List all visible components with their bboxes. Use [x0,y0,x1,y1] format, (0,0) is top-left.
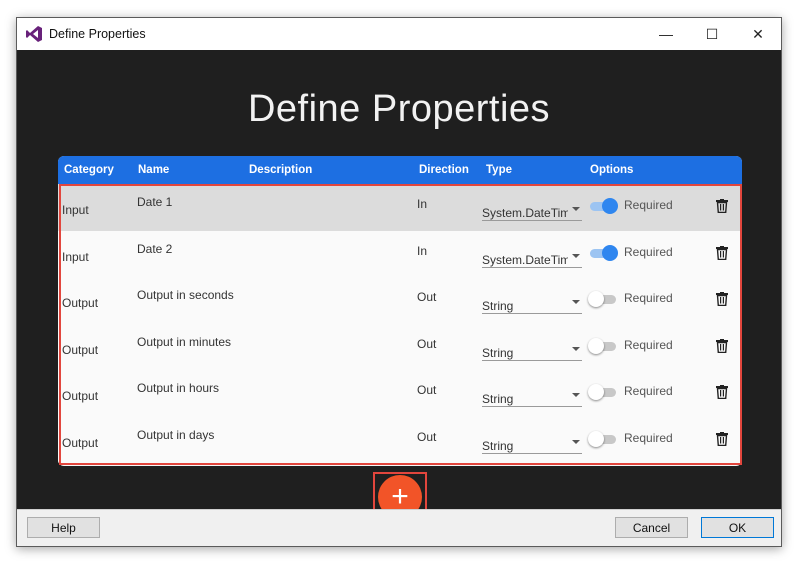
dialog-body: Define Properties Category Name Descript… [17,50,781,522]
minimize-button[interactable]: — [643,18,689,50]
direction-cell: Out [417,383,437,397]
required-toggle[interactable] [588,244,618,261]
dropdown-arrow-icon [572,346,580,351]
name-cell[interactable]: Output in days [137,428,214,442]
table-row[interactable]: Input Date 2 In System.DateTim Required [58,230,742,278]
required-toggle[interactable] [588,198,618,214]
type-value: String [482,392,514,406]
minimize-icon: — [659,26,673,42]
name-cell[interactable]: Date 1 [137,195,172,209]
required-label: Required [624,337,673,352]
trash-icon[interactable] [716,199,728,213]
maximize-icon: ☐ [705,25,719,42]
required-label: Required [624,291,673,305]
required-toggle[interactable] [588,430,618,447]
category-cell: Output [62,342,99,357]
title-bar: Define Properties — ☐ ✕ [17,18,781,50]
category-cell: Input [62,249,89,264]
toggle-thumb [588,337,604,354]
toggle-thumb [602,198,618,214]
toggle-thumb [602,244,618,261]
header-name[interactable]: Name [138,164,169,176]
table-header: Category Name Description Direction Type… [58,156,742,184]
name-cell[interactable]: Date 2 [137,242,172,256]
direction-cell: Out [417,290,437,304]
table-body: Input Date 1 In System.DateTim Required … [58,184,742,466]
required-toggle[interactable] [588,384,618,400]
direction-cell: Out [417,429,437,444]
trash-icon[interactable] [716,338,728,353]
trash-icon[interactable] [716,385,728,399]
required-label: Required [624,384,673,398]
close-icon: ✕ [752,25,764,42]
header-category[interactable]: Category [64,164,114,176]
window-title: Define Properties [49,27,146,41]
direction-cell: Out [417,336,437,351]
ok-button[interactable]: OK [701,517,774,538]
header-description[interactable]: Description [249,164,312,176]
maximize-button[interactable]: ☐ [689,18,735,50]
name-cell[interactable]: Output in hours [137,381,219,395]
type-select[interactable]: String [482,431,582,454]
toggle-thumb [588,430,604,447]
category-cell: Output [62,296,99,310]
category-cell: Input [62,203,89,217]
type-value: String [482,299,514,313]
page-title: Define Properties [247,88,551,130]
header-type[interactable]: Type [486,164,512,176]
required-label: Required [624,244,673,259]
properties-table: Category Name Description Direction Type… [58,156,742,466]
type-select[interactable]: String [482,291,582,314]
table-row[interactable]: Output Output in hours Out String Requir… [58,370,742,418]
category-cell: Output [62,435,99,450]
dropdown-arrow-icon [572,253,580,258]
type-select[interactable]: String [482,338,582,361]
type-value: String [482,345,514,360]
required-toggle[interactable] [588,337,618,354]
define-properties-window: Define Properties — ☐ ✕ Define Propertie… [16,17,782,547]
type-select[interactable]: System.DateTim [482,245,582,268]
header-options[interactable]: Options [590,164,633,176]
type-value: System.DateTim [482,206,568,220]
plus-icon: + [391,480,409,513]
visual-studio-icon [26,26,42,42]
header-direction[interactable]: Direction [419,164,469,176]
table-row[interactable]: Output Output in days Out String Require… [58,416,742,463]
name-cell[interactable]: Output in minutes [137,335,231,349]
trash-icon[interactable] [716,292,728,306]
dropdown-arrow-icon [572,439,580,444]
type-select[interactable]: System.DateTim [482,198,582,221]
direction-cell: In [417,243,428,258]
trash-icon[interactable] [716,431,728,446]
type-select[interactable]: String [482,384,582,407]
table-row[interactable]: Input Date 1 In System.DateTim Required [58,184,742,232]
dropdown-arrow-icon [572,393,580,397]
category-cell: Output [62,389,99,403]
cancel-button[interactable]: Cancel [615,517,688,538]
trash-icon[interactable] [716,245,728,260]
dropdown-arrow-icon [572,207,580,211]
direction-cell: In [417,197,428,211]
required-label: Required [624,198,673,212]
type-value: String [482,438,514,453]
help-button[interactable]: Help [27,517,100,538]
toggle-thumb [588,384,604,400]
dialog-footer: Help Cancel OK [17,509,781,546]
table-row[interactable]: Output Output in minutes Out String Requ… [58,323,742,371]
close-button[interactable]: ✕ [735,18,781,50]
table-row[interactable]: Output Output in seconds Out String Requ… [58,277,742,325]
required-label: Required [624,430,673,445]
dropdown-arrow-icon [572,300,580,304]
toggle-thumb [588,291,604,307]
name-cell[interactable]: Output in seconds [137,288,234,302]
required-toggle[interactable] [588,291,618,307]
type-value: System.DateTim [482,252,568,267]
